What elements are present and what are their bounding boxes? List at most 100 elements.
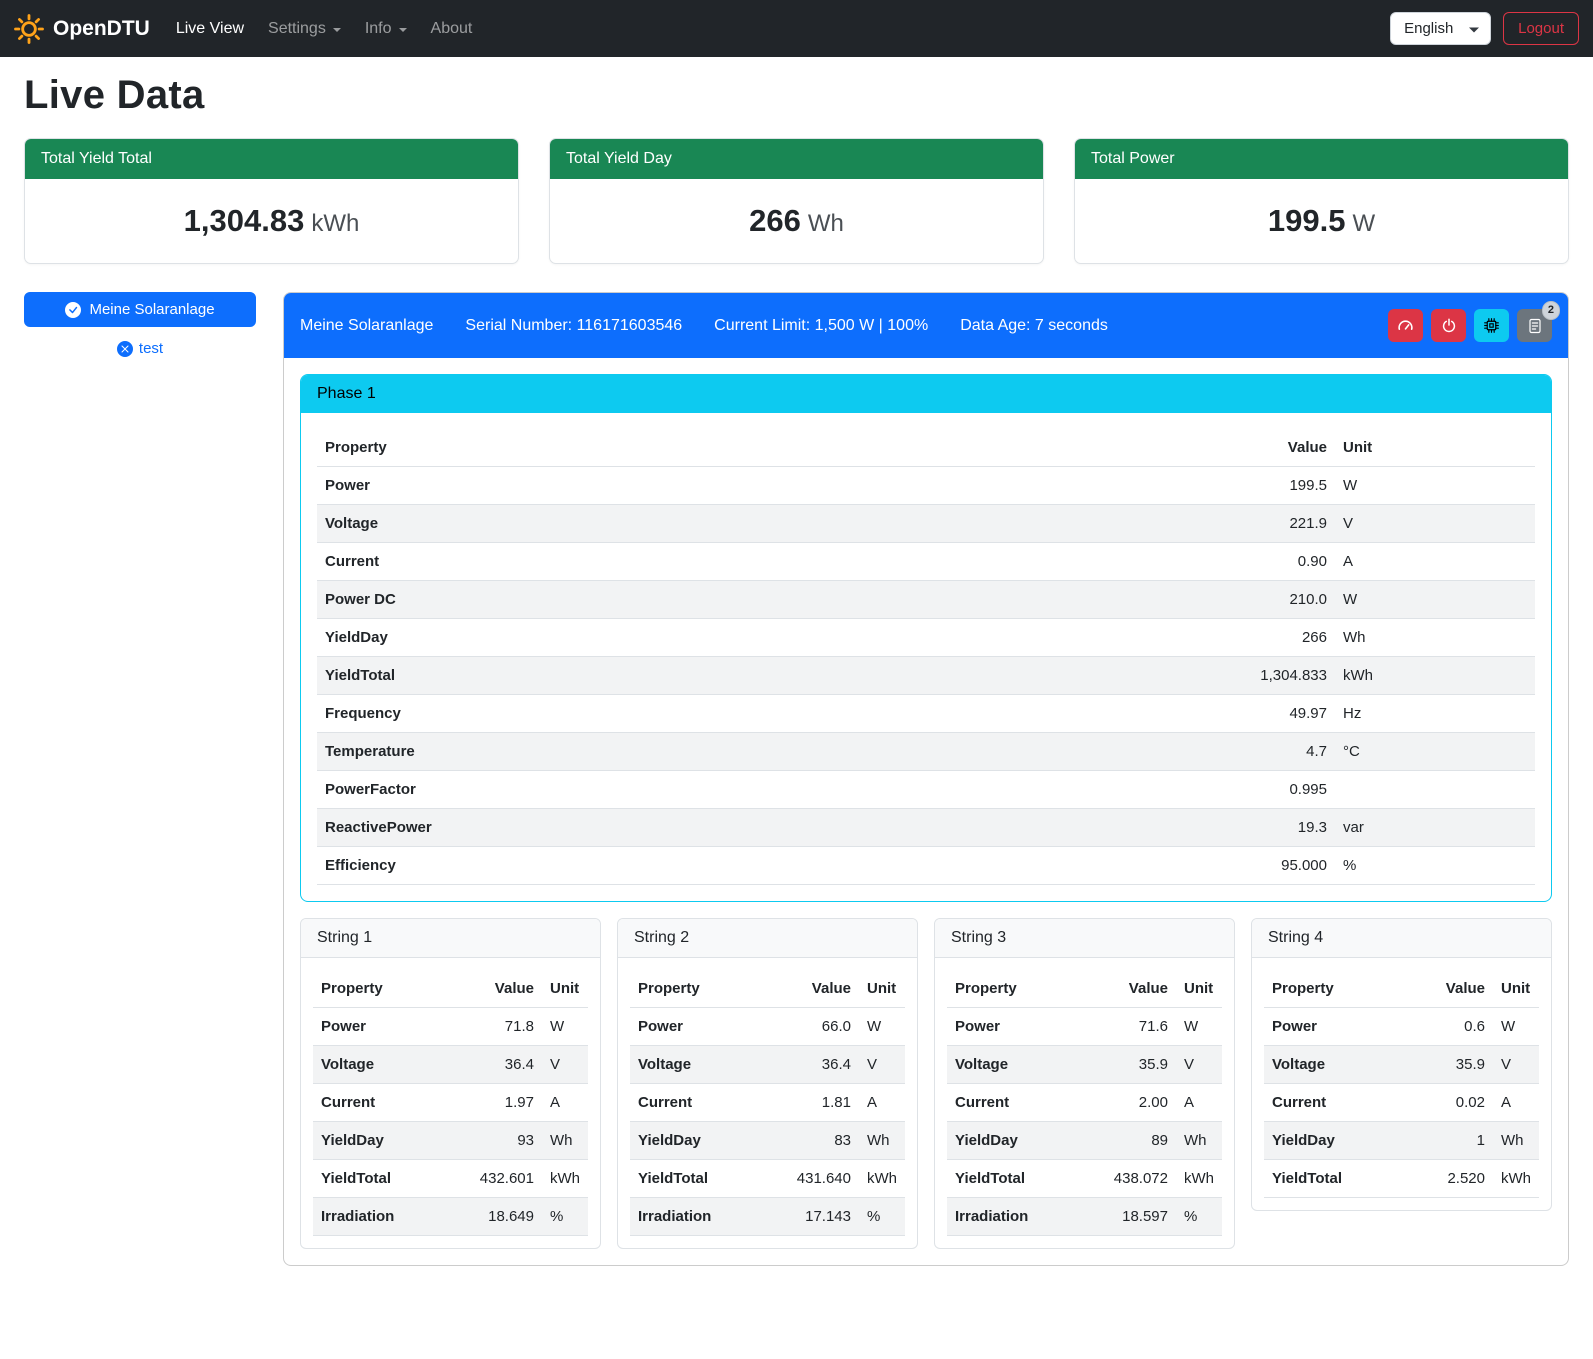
row-value: 18.649: [464, 1198, 542, 1236]
row-property: Power DC: [317, 581, 1215, 619]
row-unit: var: [1335, 809, 1535, 847]
row-property: YieldTotal: [947, 1160, 1098, 1198]
table-row: Irradiation 17.143 %: [630, 1198, 905, 1236]
sun-logo-icon: [14, 14, 44, 44]
nav-item-live-view[interactable]: Live View: [164, 12, 256, 46]
inverter-select-label: Meine Solaranlage: [89, 301, 214, 318]
row-property: YieldDay: [1264, 1122, 1415, 1160]
col-property: Property: [317, 429, 1215, 467]
limit-settings-button[interactable]: [1388, 309, 1423, 342]
nav-links: Live View Settings Info About: [164, 12, 485, 46]
power-icon: [1441, 318, 1457, 334]
row-unit: %: [542, 1198, 588, 1236]
table-row: Current 1.81 A: [630, 1084, 905, 1122]
table-row: YieldDay 89 Wh: [947, 1122, 1222, 1160]
inverter-data-age: Data Age: 7 seconds: [960, 317, 1108, 335]
summary-unit: Wh: [808, 210, 844, 237]
table-header-row: Property Value Unit: [317, 429, 1535, 467]
row-value: 19.3: [1215, 809, 1335, 847]
row-unit: Wh: [542, 1122, 588, 1160]
row-value: 1,304.833: [1215, 657, 1335, 695]
table-row: YieldTotal 438.072 kWh: [947, 1160, 1222, 1198]
row-unit: Wh: [1176, 1122, 1222, 1160]
row-property: Power: [947, 1008, 1098, 1046]
row-value: 438.072: [1098, 1160, 1176, 1198]
string-title: String 2: [618, 919, 917, 958]
row-value: 1.81: [781, 1084, 859, 1122]
row-property: Current: [947, 1084, 1098, 1122]
summary-card-title: Total Yield Day: [550, 139, 1043, 179]
summary-cards-row: Total Yield Total 1,304.83kWh Total Yiel…: [24, 138, 1569, 264]
nav-item-info[interactable]: Info: [353, 12, 419, 46]
row-property: Voltage: [947, 1046, 1098, 1084]
string-title: String 3: [935, 919, 1234, 958]
logout-button[interactable]: Logout: [1503, 12, 1579, 45]
event-log-button[interactable]: 2: [1517, 309, 1552, 342]
row-unit: [1335, 771, 1535, 809]
col-unit: Unit: [1493, 970, 1539, 1008]
row-property: Current: [630, 1084, 781, 1122]
row-value: 2.520: [1415, 1160, 1493, 1198]
nav-item-settings[interactable]: Settings: [256, 12, 353, 46]
row-property: Current: [1264, 1084, 1415, 1122]
row-value: 1: [1415, 1122, 1493, 1160]
row-value: 0.6: [1415, 1008, 1493, 1046]
summary-card-body: 266Wh: [550, 179, 1043, 263]
table-row: Frequency 49.97 Hz: [317, 695, 1535, 733]
row-property: Voltage: [1264, 1046, 1415, 1084]
content: Meine Solaranlage test Meine Solaranlage…: [24, 292, 1569, 1266]
string-table: Property Value Unit Power 71.: [947, 970, 1222, 1236]
row-property: Irradiation: [630, 1198, 781, 1236]
language-select[interactable]: English: [1390, 12, 1491, 45]
string-table-body: Power 66.0 W Voltage 36.4 V: [630, 1008, 905, 1236]
navbar-right: English Logout: [1390, 12, 1579, 45]
row-property: Voltage: [317, 505, 1215, 543]
col-value: Value: [1415, 970, 1493, 1008]
table-row: YieldDay 93 Wh: [313, 1122, 588, 1160]
speedometer-icon: [1397, 317, 1414, 334]
nav-item-about[interactable]: About: [419, 12, 485, 46]
row-value: 35.9: [1415, 1046, 1493, 1084]
cpu-icon: [1483, 317, 1500, 334]
row-unit: W: [542, 1008, 588, 1046]
row-unit: kWh: [1335, 657, 1535, 695]
phase-table: Property Value Unit Power: [317, 429, 1535, 885]
table-row: Current 0.90 A: [317, 543, 1535, 581]
row-value: 0.995: [1215, 771, 1335, 809]
row-unit: %: [1335, 847, 1535, 885]
inverter-select-button[interactable]: Meine Solaranlage: [24, 292, 256, 327]
row-value: 266: [1215, 619, 1335, 657]
brand-name: OpenDTU: [53, 17, 150, 41]
table-row: Power DC 210.0 W: [317, 581, 1535, 619]
row-property: Temperature: [317, 733, 1215, 771]
row-unit: °C: [1335, 733, 1535, 771]
row-property: YieldDay: [313, 1122, 464, 1160]
row-property: Power: [1264, 1008, 1415, 1046]
table-row: Voltage 221.9 V: [317, 505, 1535, 543]
brand[interactable]: OpenDTU: [14, 14, 150, 44]
row-unit: V: [1335, 505, 1535, 543]
row-unit: W: [859, 1008, 905, 1046]
phase-table-body: Power 199.5 W Voltage 221.9 V: [317, 467, 1535, 885]
inverter-limit: Current Limit: 1,500 W | 100%: [714, 317, 928, 335]
inverter-item-test[interactable]: test: [24, 340, 256, 357]
device-info-button[interactable]: [1474, 309, 1509, 342]
power-button[interactable]: [1431, 309, 1466, 342]
table-row: Power 199.5 W: [317, 467, 1535, 505]
string-table-body: Power 71.8 W Voltage 36.4 V: [313, 1008, 588, 1236]
row-unit: A: [1335, 543, 1535, 581]
inverter-actions: 2: [1388, 309, 1552, 342]
row-value: 71.8: [464, 1008, 542, 1046]
row-unit: A: [1176, 1084, 1222, 1122]
phase-body: Property Value Unit Power: [301, 413, 1551, 901]
string-title: String 1: [301, 919, 600, 958]
row-value: 199.5: [1215, 467, 1335, 505]
col-value: Value: [781, 970, 859, 1008]
row-property: ReactivePower: [317, 809, 1215, 847]
row-property: Irradiation: [313, 1198, 464, 1236]
table-row: YieldDay 1 Wh: [1264, 1122, 1539, 1160]
table-header-row: Property Value Unit: [1264, 970, 1539, 1008]
row-unit: V: [1176, 1046, 1222, 1084]
col-unit: Unit: [542, 970, 588, 1008]
table-row: Current 0.02 A: [1264, 1084, 1539, 1122]
